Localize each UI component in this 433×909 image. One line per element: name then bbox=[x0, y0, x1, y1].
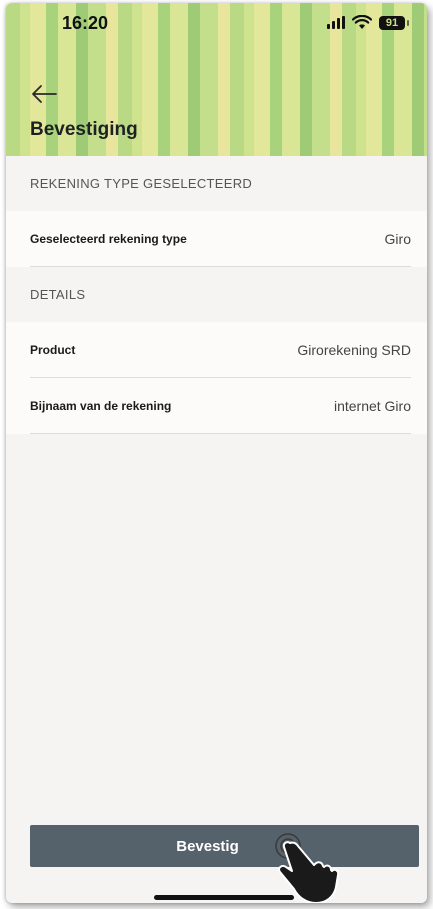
row-value: Girorekening SRD bbox=[297, 342, 411, 358]
section-title-details: DETAILS bbox=[6, 267, 427, 322]
phone-screen: 16:20 91 Bevestiging REKENING TYPE GESEL… bbox=[6, 3, 427, 903]
row-label: Geselecteerd rekening type bbox=[30, 232, 187, 246]
arrow-left-icon[interactable] bbox=[30, 83, 58, 105]
signal-icon bbox=[327, 16, 345, 29]
status-icons: 91 bbox=[327, 15, 409, 30]
header: 16:20 91 Bevestiging bbox=[6, 3, 427, 156]
row-label: Product bbox=[30, 343, 76, 357]
battery-icon: 91 bbox=[379, 15, 409, 30]
list-item-nickname: Bijnaam van de rekening internet Giro bbox=[6, 378, 427, 434]
page-title: Bevestiging bbox=[30, 119, 138, 140]
list-item-product: Product Girorekening SRD bbox=[6, 322, 427, 378]
row-value: internet Giro bbox=[333, 398, 411, 414]
home-indicator bbox=[154, 895, 294, 900]
confirm-button-label: Bevestig bbox=[176, 837, 239, 855]
wifi-icon bbox=[352, 15, 372, 29]
section-title-account-type: REKENING TYPE GESELECTEERD bbox=[6, 156, 427, 211]
row-value: Giro bbox=[384, 231, 411, 247]
list-item-account-type: Geselecteerd rekening type Giro bbox=[6, 211, 427, 267]
row-label: Bijnaam van de rekening bbox=[30, 399, 172, 413]
confirm-button[interactable]: Bevestig bbox=[30, 825, 419, 867]
hand-pointer-icon bbox=[278, 841, 340, 903]
status-time: 16:20 bbox=[62, 13, 109, 33]
